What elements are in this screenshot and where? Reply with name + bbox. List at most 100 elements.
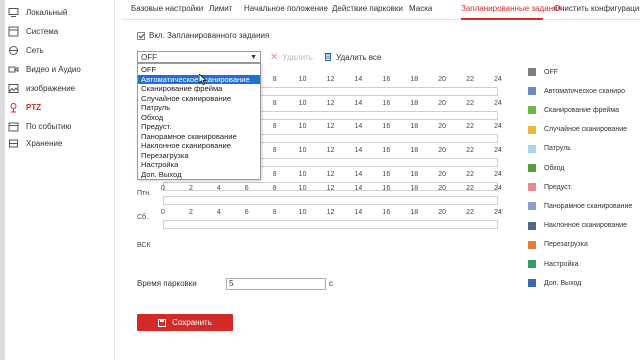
hour-tick-label: 18 (410, 209, 419, 216)
hour-tick-label: 16 (382, 185, 391, 192)
hour-tick-label: 8 (272, 209, 277, 216)
hour-tick-label: 16 (382, 100, 391, 107)
sidebar-item-system[interactable]: Система (5, 22, 115, 40)
dropdown-option[interactable]: Обход (138, 113, 260, 123)
sidebar-item-video-audio[interactable]: Видео и Аудио (5, 60, 115, 78)
delete-button[interactable]: ✕ Удалить (270, 52, 313, 63)
hour-tick-label: 22 (466, 171, 474, 178)
dropdown-option[interactable]: Предуст. (138, 122, 260, 132)
tab-basic-settings[interactable]: Базовые настройки (131, 4, 203, 13)
hour-tick-label: 24 (494, 100, 502, 107)
hour-tick-label: 8 (272, 76, 277, 83)
sidebar-item-ptz[interactable]: PTZ (5, 98, 115, 116)
tab-park-action[interactable]: Действие парковки (332, 4, 403, 13)
save-icon (158, 318, 167, 327)
day-schedule-bar[interactable] (163, 196, 498, 205)
hour-tick-label: 14 (354, 209, 363, 216)
ptz-icon (8, 102, 19, 113)
tab-clear-config[interactable]: Очистить конфигурацию (554, 4, 640, 13)
hour-tick-label: 20 (438, 147, 447, 154)
image-icon (8, 83, 19, 94)
legend-swatch (528, 260, 536, 268)
task-type-select-value: OFF (141, 52, 157, 62)
legend-item: Настройка (528, 259, 578, 269)
legend-swatch (528, 240, 536, 249)
dropdown-option[interactable]: Патруль (138, 103, 260, 113)
hour-tick-label: 12 (326, 147, 335, 154)
tab-scheduled-tasks[interactable]: Запланированные задания (461, 4, 562, 13)
day-label: ВСК (137, 242, 151, 249)
tab-mask[interactable]: Маска (409, 4, 432, 13)
dropdown-option[interactable]: Перезагрузка (138, 151, 260, 161)
sidebar-item-label: Хранение (26, 138, 63, 148)
legend-item: Наклонное сканирование (528, 221, 627, 231)
hour-tick-label: 14 (354, 171, 363, 178)
hour-tick-label: 18 (410, 76, 419, 83)
enable-schedule-row[interactable]: Вкл. Запланированного задания (137, 31, 269, 40)
sidebar-item-label: Сеть (26, 45, 44, 55)
sidebar-item-storage[interactable]: Хранение (5, 134, 115, 152)
dropdown-option[interactable]: Панорамное сканирование (138, 132, 260, 142)
hour-tick-label: 16 (382, 123, 391, 130)
enable-schedule-checkbox[interactable] (137, 31, 145, 40)
hour-tick-label: 12 (326, 171, 335, 178)
hour-tick-label: 20 (438, 100, 447, 107)
system-icon (8, 26, 19, 37)
sidebar-item-label: По событию (26, 121, 72, 131)
day-schedule-bar[interactable] (163, 220, 498, 229)
legend-swatch (528, 202, 536, 211)
tab-initial-position[interactable]: Начальное положение (244, 4, 328, 13)
sidebar-item-event[interactable]: По событию (5, 117, 115, 135)
hour-tick-label: 18 (410, 100, 419, 107)
hour-tick-label: 10 (298, 185, 307, 192)
hour-tick-label: 8 (272, 100, 277, 107)
save-button[interactable]: Сохранить (137, 314, 233, 331)
hour-tick-label: 16 (382, 76, 391, 83)
chevron-down-icon: ▼ (250, 54, 257, 61)
hour-tick-label: 24 (494, 76, 502, 83)
tab-limit[interactable]: Лимит (209, 4, 232, 13)
hour-tick-label: 20 (438, 171, 447, 178)
legend-swatch (528, 164, 536, 172)
hour-tick-label: 20 (438, 76, 447, 83)
sidebar-item-network[interactable]: Сеть (5, 41, 115, 59)
sidebar-item-local[interactable]: Локальный (5, 3, 115, 21)
legend-item: Сканирование фрейма (528, 105, 619, 115)
hour-tick-label: 24 (494, 185, 502, 192)
hour-tick-label: 12 (326, 100, 335, 107)
legend-item: Предуст. (528, 182, 572, 192)
legend-item: Перезагрузка (528, 240, 588, 250)
legend-label: Автоматическое сканиро (544, 87, 626, 95)
delete-all-button[interactable]: Удалить все (324, 52, 381, 63)
legend-item: OFF (528, 67, 558, 77)
hour-tick-label: 10 (298, 209, 307, 216)
task-type-select[interactable]: OFF ▼ (137, 51, 261, 63)
hour-tick-label: 12 (326, 76, 335, 83)
hour-tick-label: 24 (494, 171, 502, 178)
dropdown-option[interactable]: Настройка (138, 160, 260, 170)
legend-label: Случайное сканирование (544, 126, 628, 134)
hour-tick-label: 10 (298, 171, 307, 178)
park-time-input[interactable]: 5 (226, 278, 326, 290)
hour-tick-label: 18 (410, 123, 419, 130)
enable-schedule-label: Вкл. Запланированного задания (149, 31, 270, 40)
hour-tick-label: 14 (354, 185, 363, 192)
hour-tick-label: 2 (188, 185, 193, 192)
hour-tick-label: 12 (326, 209, 335, 216)
sidebar-item-image[interactable]: изображение (5, 79, 115, 97)
sidebar-item-label: Видео и Аудио (26, 64, 81, 74)
dropdown-option[interactable]: Наклонное сканирование (138, 141, 260, 151)
storage-icon (8, 138, 19, 149)
hour-tick-label: 4 (216, 209, 221, 216)
legend-item: Доп. Выход (528, 278, 581, 288)
video-icon (8, 64, 19, 75)
legend-swatch (528, 68, 536, 76)
hour-tick-label: 22 (466, 185, 474, 192)
hour-tick-label: 20 (438, 209, 447, 216)
dropdown-option[interactable]: Случайное сканирование (138, 94, 260, 104)
legend-label: Обход (544, 164, 565, 172)
dropdown-option[interactable]: Доп. Выход (138, 170, 260, 180)
sidebar-item-label: изображение (26, 83, 76, 93)
hour-tick-label: 8 (272, 123, 277, 130)
sidebar-item-label: PTZ (26, 102, 42, 112)
